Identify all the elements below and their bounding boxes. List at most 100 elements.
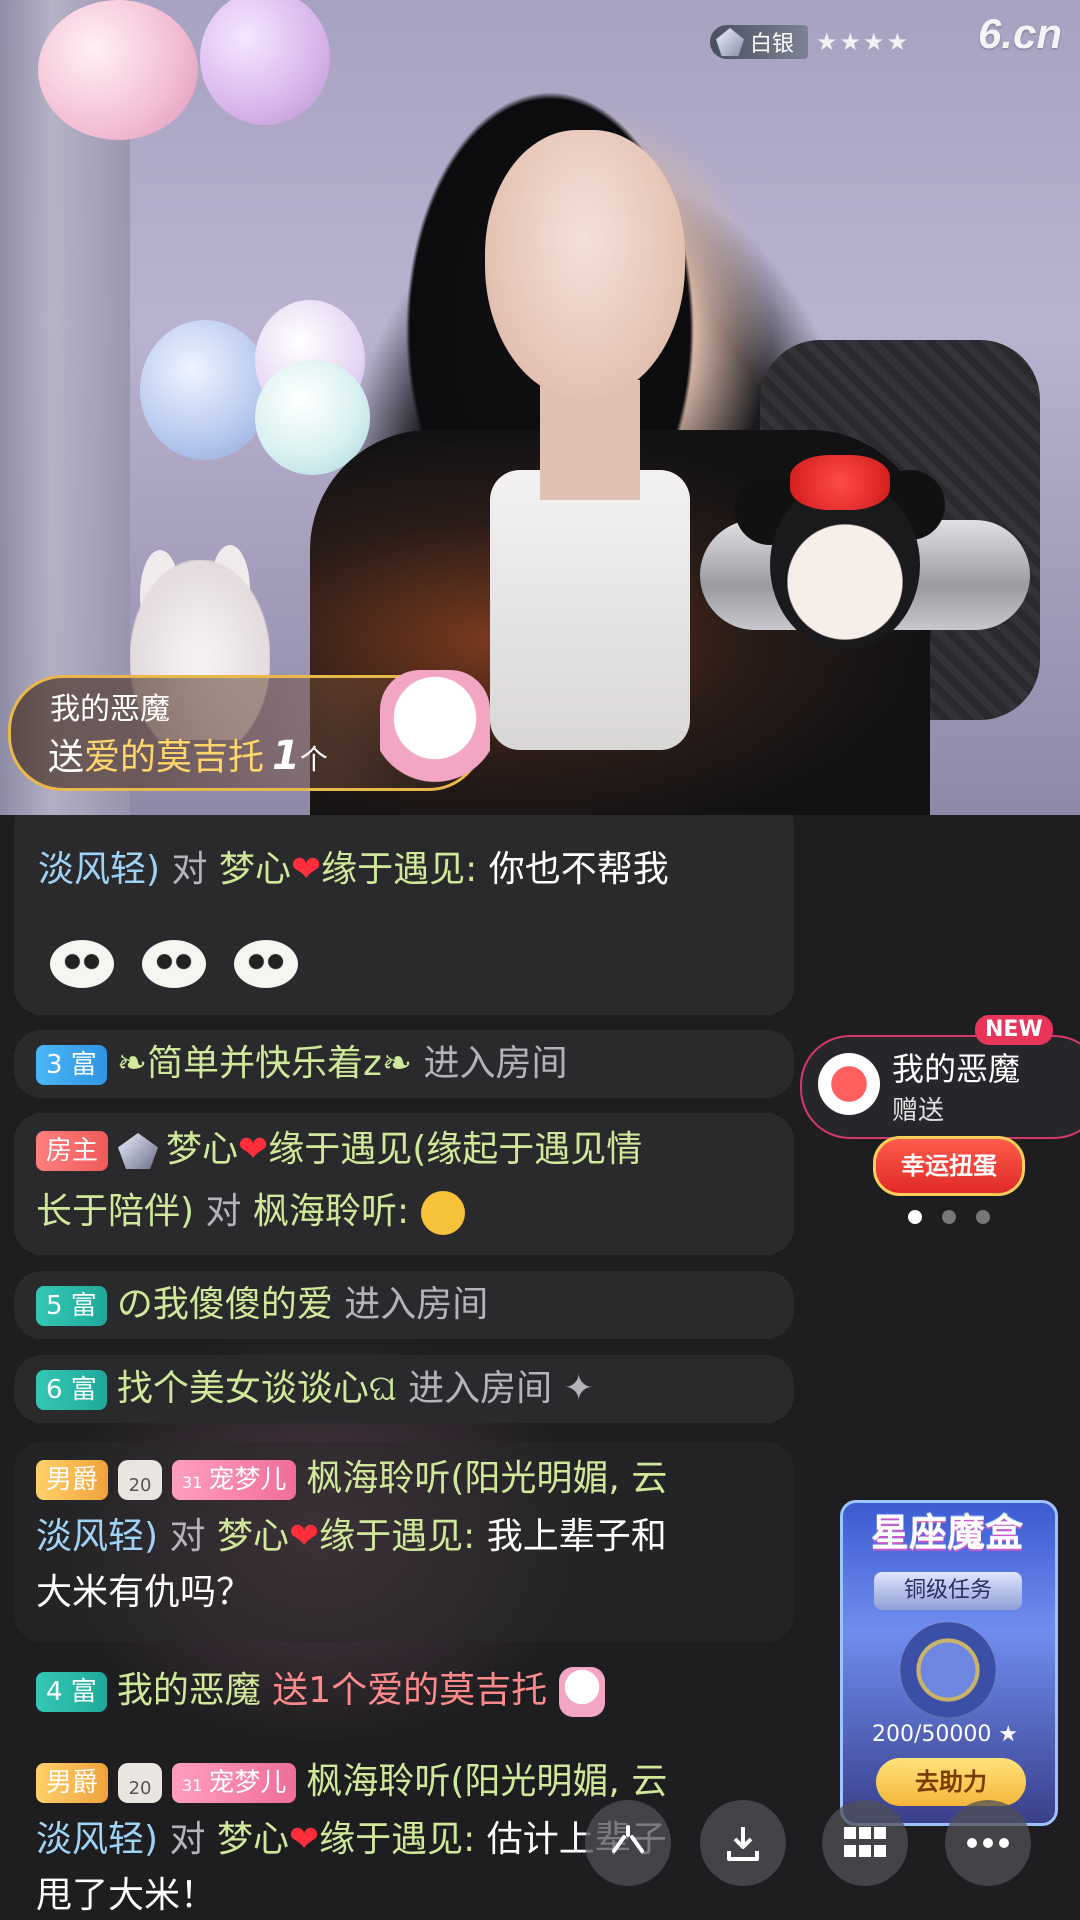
- target-name[interactable]: 梦心: [219, 849, 291, 890]
- chat-line: 4 富我的恶魔 送1个爱的莫吉托: [36, 1667, 605, 1717]
- bear-gift-icon: [558, 1667, 605, 1717]
- zodiac-progress: 200/50000 ★: [872, 1722, 1019, 1747]
- balloon: [200, 0, 330, 125]
- notice-action: 赠送: [892, 1096, 945, 1126]
- face-emoji-icon: [142, 940, 206, 988]
- carousel-dot[interactable]: [942, 1210, 956, 1224]
- sender-name-suffix: 缘于遇见(缘起于遇见情: [268, 1129, 643, 1170]
- target-name[interactable]: 梦心: [217, 1819, 289, 1860]
- wealth-level-badge: 5 富: [36, 1286, 107, 1326]
- host-badge: 房主: [36, 1131, 109, 1171]
- carousel-dot[interactable]: [976, 1210, 990, 1224]
- chat-line: 房主 梦心❤缘于遇见(缘起于遇见情: [36, 1127, 642, 1173]
- message-text: 你也不帮我: [488, 849, 669, 890]
- wealth-level-badge: 6 富: [36, 1370, 107, 1410]
- anchor-rank[interactable]: 白银 ★★★★: [710, 24, 910, 60]
- grid-icon: [844, 1827, 886, 1857]
- mouse-plush-bow: [790, 455, 890, 510]
- chat-message: 6 富找个美女谈谈心ଘ 进入房间 ✦: [14, 1355, 794, 1423]
- share-icon: [612, 1825, 644, 1853]
- chat-message: 男爵 20 31 宠梦儿 枫海聆听(阳光明媚, 云 淡风轻) 对 梦心❤缘于遇见: 我上…: [14, 1442, 794, 1642]
- apps-grid-button[interactable]: [822, 1800, 908, 1886]
- carousel-indicator: [908, 1210, 990, 1224]
- sparkle-icon: ✦: [563, 1368, 594, 1409]
- face-emoji-icon: [50, 940, 114, 988]
- guard-level-badge: 20: [118, 1763, 163, 1803]
- new-badge: NEW: [975, 1015, 1053, 1045]
- gift-count: 1: [272, 733, 300, 779]
- chat-line: 淡风轻) 对 梦心❤缘于遇见: 我上辈子和: [36, 1514, 667, 1560]
- sender-name[interactable]: の我傻傻的爱: [117, 1284, 333, 1325]
- face-emoji-icon: [234, 940, 298, 988]
- zodiac-help-button[interactable]: 去助力: [876, 1758, 1026, 1806]
- chat-line: 大米有仇吗？: [36, 1570, 252, 1616]
- gift-sender: 我的恶魔: [50, 692, 170, 727]
- wealth-level-badge: 3 富: [36, 1045, 107, 1085]
- gift-action-text: 送1个爱的莫吉托: [272, 1670, 548, 1711]
- pet-name: 宠梦儿: [208, 1768, 287, 1798]
- target-name-suffix: 缘于遇见:: [319, 1819, 476, 1860]
- gift-message: 送 爱的莫吉托 1 个: [48, 728, 328, 780]
- action-text: 进入房间: [408, 1368, 553, 1409]
- share-button[interactable]: [585, 1800, 671, 1886]
- smiley-emoji-icon: [420, 1191, 465, 1235]
- target-name-suffix: 缘于遇见:: [321, 849, 478, 890]
- chat-line: 淡风轻) 对 梦心❤缘于遇见: 估计上辈子: [36, 1817, 667, 1863]
- chat-line: 甩了大米！: [36, 1873, 216, 1919]
- target-name[interactable]: 枫海聆听:: [253, 1191, 409, 1232]
- streamer-face: [485, 130, 685, 400]
- carousel-dot[interactable]: [908, 1210, 922, 1224]
- sender-name[interactable]: 找个美女谈谈心ଘ: [117, 1368, 397, 1409]
- chat-line: 淡风轻) 对 梦心❤缘于遇见: 你也不帮我: [38, 847, 669, 893]
- target-name-suffix: 缘于遇见:: [319, 1516, 476, 1557]
- message-text: 大米有仇吗？: [36, 1572, 253, 1613]
- pet-name: 宠梦儿: [208, 1465, 287, 1495]
- heart-icon: ❤: [290, 849, 322, 890]
- pet-level: 31: [182, 1473, 203, 1492]
- sender-name[interactable]: 枫海聆听(阳光明媚, 云: [306, 1761, 667, 1802]
- zodiac-title: 星座魔盒: [870, 1511, 1023, 1555]
- rank-label: 白银: [750, 32, 795, 57]
- sender-name-suffix: 淡风轻): [36, 1819, 159, 1860]
- chat-message: 淡风轻) 对 梦心❤缘于遇见: 你也不帮我: [14, 815, 794, 1015]
- message-text: 我上辈子和: [486, 1516, 667, 1557]
- download-icon: [727, 1827, 759, 1861]
- heart-icon: ❤: [238, 1129, 269, 1170]
- message-text: 甩了大米！: [36, 1875, 217, 1916]
- chat-line: 男爵 20 31 宠梦儿 枫海聆听(阳光明媚, 云: [36, 1759, 667, 1805]
- notice-user-name: 我的恶魔: [892, 1050, 1021, 1088]
- sender-name-suffix: 长于陪伴): [36, 1191, 195, 1232]
- pet-badge: 31 宠梦儿: [172, 1460, 297, 1500]
- sender-name[interactable]: 梦心: [166, 1129, 238, 1170]
- chat-message: 房主 梦心❤缘于遇见(缘起于遇见情 长于陪伴) 对 枫海聆听:: [14, 1113, 794, 1255]
- zodiac-task-label: 铜级任务: [874, 1572, 1022, 1610]
- target-name[interactable]: 梦心: [217, 1516, 289, 1557]
- to-word: 对: [169, 1516, 206, 1557]
- sender-name[interactable]: 枫海聆听(阳光明媚, 云: [306, 1458, 667, 1499]
- sender-name-suffix: 淡风轻): [36, 1516, 159, 1557]
- balloon: [140, 320, 270, 460]
- more-button[interactable]: [945, 1800, 1031, 1886]
- gift-unit: 个: [299, 743, 328, 776]
- noble-badge: 男爵: [36, 1763, 109, 1803]
- pet-level: 31: [182, 1776, 203, 1795]
- lucky-capsule-button[interactable]: 幸运扭蛋: [873, 1136, 1025, 1196]
- heart-icon: ❤: [288, 1516, 320, 1557]
- chat-line: 男爵 20 31 宠梦儿 枫海聆听(阳光明媚, 云: [36, 1456, 667, 1502]
- rank-gem-icon: [118, 1133, 159, 1169]
- noble-badge: 男爵: [36, 1460, 109, 1500]
- download-button[interactable]: [700, 1800, 786, 1886]
- chat-line: 长于陪伴) 对 枫海聆听:: [36, 1189, 465, 1235]
- sender-name[interactable]: 淡风轻): [38, 849, 160, 890]
- chat-message: 4 富我的恶魔 送1个爱的莫吉托: [14, 1653, 694, 1733]
- avatar[interactable]: [818, 1053, 880, 1115]
- to-word: 对: [171, 849, 208, 890]
- pet-badge: 31 宠梦儿: [172, 1763, 297, 1803]
- wealth-level-badge: 4 富: [36, 1672, 107, 1712]
- sender-name[interactable]: ❧简单并快乐着z❧: [117, 1043, 412, 1084]
- streamer-shirt: [490, 470, 690, 750]
- sender-name[interactable]: 我的恶魔: [117, 1670, 261, 1711]
- heart-icon: ❤: [288, 1819, 320, 1860]
- action-text: 进入房间: [344, 1284, 489, 1325]
- gift-prefix: 送: [48, 737, 85, 778]
